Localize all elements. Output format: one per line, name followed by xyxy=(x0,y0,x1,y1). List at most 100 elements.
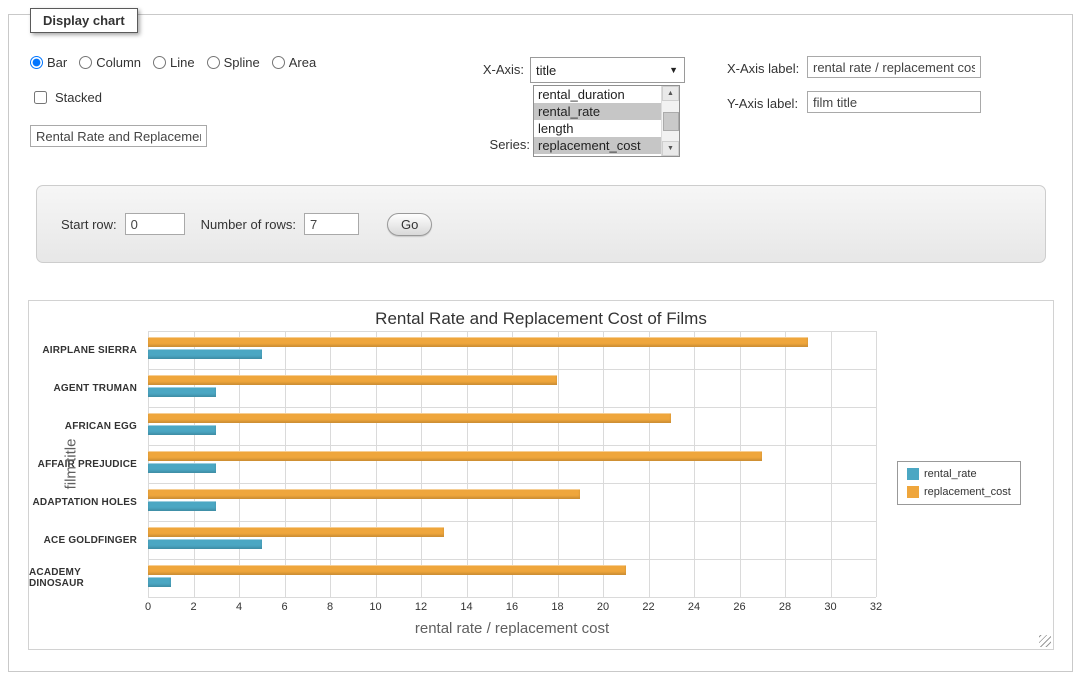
x-gridline xyxy=(512,331,513,597)
x-gridline xyxy=(239,331,240,597)
legend-item[interactable]: rental_rate xyxy=(907,468,1011,480)
chart-type-label: Spline xyxy=(224,55,260,70)
x-tick-label: 8 xyxy=(327,601,333,613)
x-gridline xyxy=(558,331,559,597)
chart-title-input[interactable] xyxy=(30,125,207,147)
x-tick-label: 18 xyxy=(551,601,563,613)
chart-legend: rental_rate replacement_cost xyxy=(897,461,1021,505)
chart-type-label: Bar xyxy=(47,55,67,70)
bar-rental_rate[interactable] xyxy=(148,501,216,511)
y-gridline xyxy=(148,559,876,560)
x-tick-label: 28 xyxy=(779,601,791,613)
y-gridline xyxy=(148,407,876,408)
bar-replacement_cost[interactable] xyxy=(148,375,557,385)
series-option-replacement-cost[interactable]: replacement_cost xyxy=(534,137,666,154)
num-rows-caption: Number of rows: xyxy=(201,217,296,232)
chart-container: Rental Rate and Replacement Cost of Film… xyxy=(28,300,1054,650)
bar-rental_rate[interactable] xyxy=(148,349,262,359)
chart-type-column[interactable]: Column xyxy=(79,55,141,70)
bar-rental_rate[interactable] xyxy=(148,463,216,473)
stacked-option[interactable]: Stacked xyxy=(30,88,102,107)
x-gridline xyxy=(876,331,877,597)
x-axis-label-caption: X-Axis label: xyxy=(727,61,799,76)
category-label: AFRICAN EGG xyxy=(29,407,137,445)
chart-type-label: Column xyxy=(96,55,141,70)
chart-type-radio-spline[interactable] xyxy=(207,56,220,69)
x-axis-caption: X-Axis: xyxy=(454,62,524,77)
x-axis-title: rental rate / replacement cost xyxy=(148,620,876,637)
bar-replacement_cost[interactable] xyxy=(148,527,444,537)
category-label: AGENT TRUMAN xyxy=(29,369,137,407)
start-row-caption: Start row: xyxy=(61,217,117,232)
x-gridline xyxy=(467,331,468,597)
x-axis-select-wrap: title ▼ xyxy=(530,57,685,83)
series-option-rental-duration[interactable]: rental_duration xyxy=(534,86,666,103)
chart-type-radio-bar[interactable] xyxy=(30,56,43,69)
start-row-input[interactable] xyxy=(125,213,185,235)
stacked-label: Stacked xyxy=(55,90,102,105)
y-axis-label-input[interactable] xyxy=(807,91,981,113)
scroll-down-icon[interactable]: ▼ xyxy=(662,141,679,156)
category-label: ADAPTATION HOLES xyxy=(29,483,137,521)
num-rows-input[interactable] xyxy=(304,213,359,235)
x-axis-label-input[interactable] xyxy=(807,56,981,78)
legend-swatch-icon xyxy=(907,486,919,498)
y-gridline xyxy=(148,331,876,332)
legend-item[interactable]: replacement_cost xyxy=(907,486,1011,498)
x-tick-label: 22 xyxy=(642,601,654,613)
series-option-rental-rate[interactable]: rental_rate xyxy=(534,103,666,120)
scroll-up-icon[interactable]: ▲ xyxy=(662,86,679,101)
series-caption: Series: xyxy=(486,137,530,152)
category-label: AIRPLANE SIERRA xyxy=(29,331,137,369)
chart-type-bar[interactable]: Bar xyxy=(30,55,67,70)
bar-replacement_cost[interactable] xyxy=(148,451,762,461)
row-range-panel: Start row: Number of rows: Go xyxy=(36,185,1046,263)
bar-rental_rate[interactable] xyxy=(148,577,171,587)
chart-type-radio-line[interactable] xyxy=(153,56,166,69)
x-gridline xyxy=(740,331,741,597)
scrollbar-thumb[interactable] xyxy=(663,112,679,131)
bar-replacement_cost[interactable] xyxy=(148,489,580,499)
chart-type-group: Bar Column Line Spline Area xyxy=(30,55,316,70)
x-tick-label: 24 xyxy=(688,601,700,613)
x-axis-select[interactable]: title xyxy=(531,58,684,82)
bar-rental_rate[interactable] xyxy=(148,387,216,397)
y-axis-title: film title xyxy=(63,439,80,490)
x-gridline xyxy=(285,331,286,597)
chart-type-area[interactable]: Area xyxy=(272,55,316,70)
x-gridline xyxy=(330,331,331,597)
x-gridline xyxy=(421,331,422,597)
x-tick-label: 14 xyxy=(460,601,472,613)
legend-label: replacement_cost xyxy=(924,486,1011,498)
x-tick-label: 30 xyxy=(824,601,836,613)
bar-replacement_cost[interactable] xyxy=(148,413,671,423)
bar-replacement_cost[interactable] xyxy=(148,337,808,347)
x-tick-label: 16 xyxy=(506,601,518,613)
x-tick-label: 26 xyxy=(733,601,745,613)
chart-type-label: Area xyxy=(289,55,316,70)
listbox-scrollbar[interactable]: ▲ ▼ xyxy=(661,86,679,156)
bar-rental_rate[interactable] xyxy=(148,539,262,549)
stacked-checkbox[interactable] xyxy=(34,91,47,104)
page: { "panel": { "legend": "Display chart" }… xyxy=(0,0,1081,681)
y-gridline xyxy=(148,483,876,484)
x-gridline xyxy=(649,331,650,597)
series-listbox[interactable]: rental_duration rental_rate length repla… xyxy=(533,85,680,157)
chart-type-radio-column[interactable] xyxy=(79,56,92,69)
category-labels: AIRPLANE SIERRAAGENT TRUMANAFRICAN EGGAF… xyxy=(29,331,141,597)
x-tick-label: 10 xyxy=(369,601,381,613)
chart-type-radio-area[interactable] xyxy=(272,56,285,69)
category-label: ACADEMY DINOSAUR xyxy=(29,559,137,597)
series-option-length[interactable]: length xyxy=(534,120,666,137)
x-tick-label: 4 xyxy=(236,601,242,613)
resize-handle-icon[interactable] xyxy=(1039,635,1051,647)
category-label: AFFAIR PREJUDICE xyxy=(29,445,137,483)
bar-rental_rate[interactable] xyxy=(148,425,216,435)
x-gridline xyxy=(376,331,377,597)
x-tick-label: 12 xyxy=(415,601,427,613)
go-button[interactable]: Go xyxy=(387,213,432,236)
chart-type-line[interactable]: Line xyxy=(153,55,195,70)
y-gridline xyxy=(148,445,876,446)
chart-type-spline[interactable]: Spline xyxy=(207,55,260,70)
bar-replacement_cost[interactable] xyxy=(148,565,626,575)
